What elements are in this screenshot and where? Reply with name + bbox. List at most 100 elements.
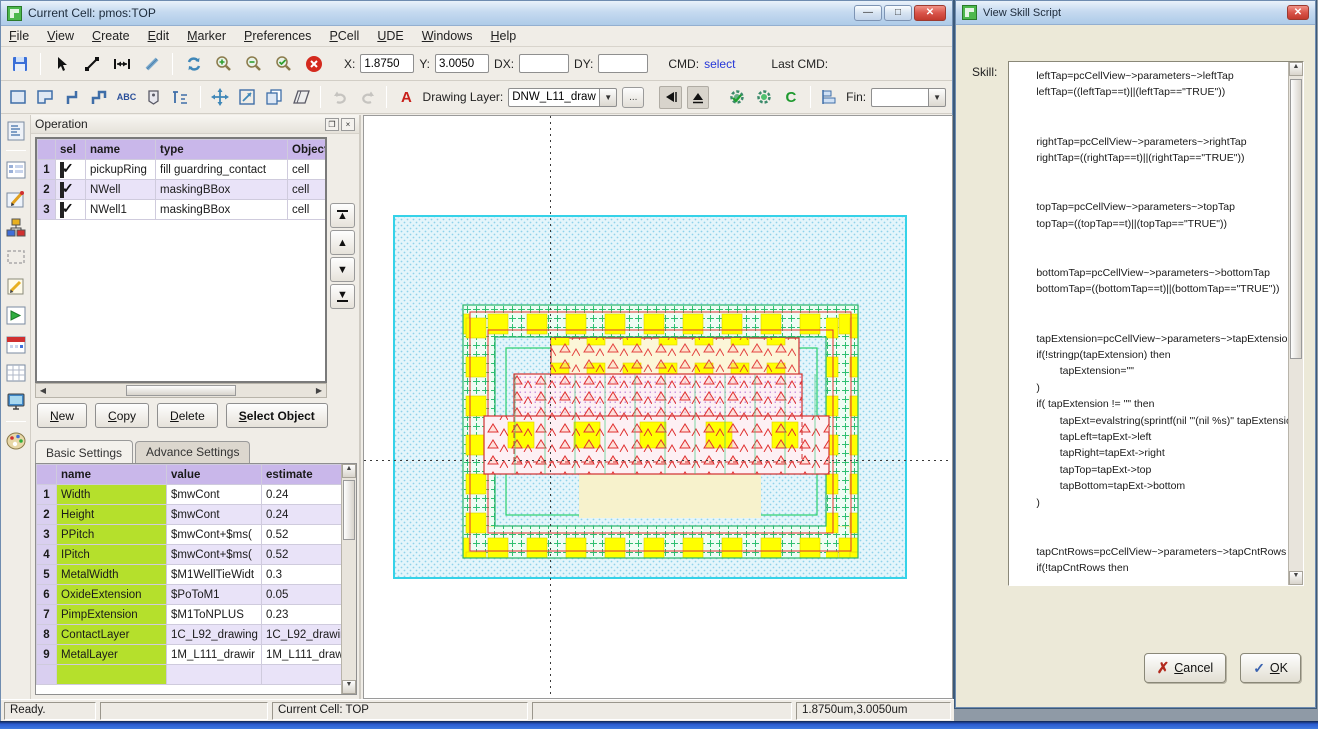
menu-pcell[interactable]: PCell (329, 29, 359, 43)
rectangle-tool-icon[interactable] (7, 86, 29, 109)
settings-row-clipped[interactable] (37, 665, 342, 685)
run-forward-icon[interactable] (4, 303, 28, 327)
stretch-edge-icon[interactable] (109, 52, 134, 75)
polygon-tool-icon[interactable] (34, 86, 56, 109)
name-cell[interactable]: NWell (86, 180, 156, 200)
zoom-out-icon[interactable] (241, 52, 266, 75)
tab-basic-settings[interactable]: Basic Settings (35, 440, 133, 464)
settings-vscrollbar[interactable]: ▲ ▼ (341, 464, 356, 694)
stop-icon[interactable] (301, 52, 326, 75)
select-cursor-icon[interactable] (49, 52, 74, 75)
param-estimate-cell[interactable]: 0.52 (262, 545, 342, 565)
select-object-button[interactable]: Select Object (226, 403, 328, 428)
mirror-vertical-icon[interactable] (687, 86, 709, 109)
object1-cell[interactable]: cell (288, 160, 328, 180)
type-cell[interactable]: maskingBBox (156, 200, 288, 220)
checkbox-checked-icon[interactable] (60, 162, 64, 178)
settings-table[interactable]: name value estimate 1Width$mwCont0.24 2H… (36, 464, 342, 685)
operation-row[interactable]: 2 NWell maskingBBox cell (38, 180, 328, 200)
operation-table[interactable]: sel name type Object1 O 1 pickupRing fil… (37, 139, 327, 220)
path2-tool-icon[interactable] (88, 86, 110, 109)
scroll-right-icon[interactable]: ▶ (312, 386, 326, 395)
menu-edit[interactable]: Edit (148, 29, 170, 43)
align-icon[interactable] (819, 86, 841, 109)
scroll-thumb[interactable] (126, 385, 236, 396)
operation-hscrollbar[interactable]: ◀ ▶ (35, 383, 327, 398)
settings-row[interactable]: 9MetalLayer1M_L111_drawir1M_L111_drawir (37, 645, 342, 665)
scroll-down-icon[interactable]: ▼ (342, 680, 356, 694)
marquee-icon[interactable] (4, 245, 28, 269)
menu-view[interactable]: View (47, 29, 74, 43)
erase-tool-icon[interactable] (290, 86, 312, 109)
drawing-layer-input[interactable] (508, 88, 600, 107)
param-name-cell[interactable]: ContactLayer (57, 625, 167, 645)
display-icon[interactable] (4, 390, 28, 414)
menu-ude[interactable]: UDE (377, 29, 403, 43)
path-tool-icon[interactable] (61, 86, 83, 109)
settings-row[interactable]: 1Width$mwCont0.24 (37, 485, 342, 505)
param-estimate-cell[interactable]: 0.05 (262, 585, 342, 605)
param-name-cell[interactable]: MetalLayer (57, 645, 167, 665)
fin-dropdown-icon[interactable]: ▼ (929, 88, 946, 107)
minimize-button[interactable]: — (854, 5, 882, 21)
stretch-tool-icon[interactable] (236, 86, 258, 109)
note-edit-icon[interactable] (4, 274, 28, 298)
param-estimate-cell[interactable]: 1C_L92_drawing (262, 625, 342, 645)
settings-row[interactable]: 7PimpExtension$M1ToNPLUS0.23 (37, 605, 342, 625)
run-check-gear-icon[interactable] (726, 86, 748, 109)
param-estimate-cell[interactable]: 0.52 (262, 525, 342, 545)
object1-cell[interactable]: cell (288, 180, 328, 200)
col-estimate[interactable]: estimate (262, 465, 342, 485)
scroll-left-icon[interactable]: ◀ (36, 386, 50, 395)
hierarchy-icon[interactable] (4, 216, 28, 240)
move-down-button[interactable]: ▼ (330, 257, 355, 282)
panel-float-icon[interactable]: ❐ (325, 118, 339, 131)
menu-file[interactable]: File (9, 29, 29, 43)
fin-input[interactable] (871, 88, 929, 107)
param-value-cell[interactable]: 1C_L92_drawing (167, 625, 262, 645)
code-icon[interactable]: C (780, 86, 802, 109)
redo-icon[interactable] (356, 86, 378, 109)
grid-table-icon[interactable] (4, 361, 28, 385)
form-list-icon[interactable] (4, 158, 28, 182)
param-value-cell[interactable]: 1M_L111_drawir (167, 645, 262, 665)
instance-tool-icon[interactable] (170, 86, 192, 109)
edit-cell-icon[interactable] (4, 187, 28, 211)
col-name[interactable]: name (57, 465, 167, 485)
type-cell[interactable]: maskingBBox (156, 180, 288, 200)
zoom-fit-icon[interactable] (271, 52, 296, 75)
checkbox-checked-icon[interactable] (60, 182, 64, 198)
maximize-button[interactable]: □ (884, 5, 912, 21)
layer-browse-button[interactable]: ... (622, 87, 644, 108)
save-icon[interactable] (7, 52, 32, 75)
palette-icon[interactable] (4, 429, 28, 453)
zoom-in-icon[interactable] (211, 52, 236, 75)
operation-row[interactable]: 1 pickupRing fill guardring_contact cell (38, 160, 328, 180)
drawing-layer-combo[interactable]: ▼ (508, 88, 617, 107)
copy-button[interactable]: Copy (95, 403, 149, 428)
menu-create[interactable]: Create (92, 29, 130, 43)
script-list-icon[interactable] (4, 119, 28, 143)
move-up-button[interactable]: ▲ (330, 230, 355, 255)
attribute-icon[interactable]: A (395, 86, 417, 109)
param-name-cell[interactable]: IPitch (57, 545, 167, 565)
param-estimate-cell[interactable]: 1M_L111_drawir (262, 645, 342, 665)
label-tool-icon[interactable] (143, 86, 165, 109)
skill-titlebar[interactable]: View Skill Script ✕ (956, 1, 1315, 25)
operation-row[interactable]: 3 NWell1 maskingBBox cell (38, 200, 328, 220)
dy-input[interactable] (598, 54, 648, 73)
param-name-cell[interactable]: OxideExtension (57, 585, 167, 605)
ruler-tool-icon[interactable] (139, 52, 164, 75)
panel-close-icon[interactable]: × (341, 118, 355, 131)
move-tool-icon[interactable] (209, 86, 231, 109)
skill-vscrollbar[interactable]: ▲ ▼ (1288, 62, 1303, 585)
sel-cell[interactable] (56, 180, 86, 200)
settings-row[interactable]: 3PPitch$mwCont+$ms(0.52 (37, 525, 342, 545)
sel-cell[interactable] (56, 160, 86, 180)
col-sel[interactable]: sel (56, 140, 86, 160)
param-value-cell[interactable]: $PoToM1 (167, 585, 262, 605)
scroll-thumb[interactable] (1290, 79, 1302, 359)
sel-cell[interactable] (56, 200, 86, 220)
param-value-cell[interactable]: $mwCont+$ms( (167, 525, 262, 545)
skill-script-textarea[interactable]: leftTap=pcCellView~>parameters~>leftTap … (1008, 61, 1304, 586)
